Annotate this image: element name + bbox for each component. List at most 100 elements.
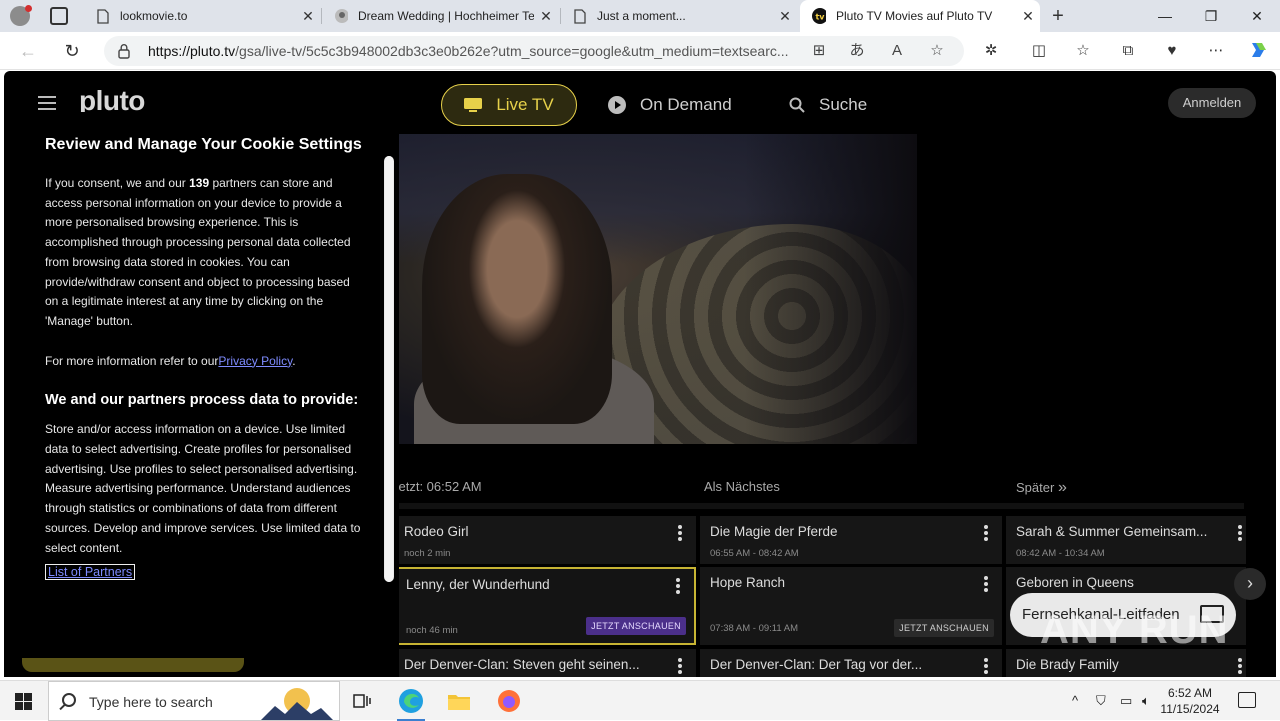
url-host: https://pluto.tv: [148, 43, 236, 59]
page-icon: [96, 8, 110, 24]
nav-on-demand-button[interactable]: On Demand: [608, 84, 732, 126]
split-screen-icon[interactable]: ◫: [1028, 40, 1050, 62]
program-title: Die Brady Family: [1016, 657, 1119, 672]
back-arrow-icon[interactable]: ←: [16, 39, 40, 63]
guide-program-cell[interactable]: Hope Ranch 07:38 AM - 09:11 AM JETZT ANS…: [700, 567, 1002, 645]
search-highlight-art-icon: [261, 688, 333, 720]
hamburger-menu-icon[interactable]: [38, 96, 56, 110]
clock-time: 6:52 AM: [1167, 686, 1213, 700]
video-frame-figure: [422, 174, 612, 424]
sign-in-button[interactable]: Anmelden: [1168, 88, 1256, 118]
profile-avatar-icon[interactable]: [10, 5, 32, 26]
address-bar[interactable]: https://pluto.tv/gsa/live-tv/5c5c3b94800…: [104, 36, 964, 66]
guide-program-cell-selected[interactable]: Lenny, der Wunderhund noch 46 min JETZT …: [394, 567, 696, 645]
collections-icon[interactable]: ⧉: [1117, 40, 1139, 62]
scrollbar-thumb[interactable]: [385, 156, 393, 582]
browser-tab-strip: lookmovie.to ✕ Dream Wedding | Hochheime…: [0, 0, 1280, 32]
show-hidden-icons-chevron[interactable]: ^: [1072, 693, 1078, 708]
copilot-icon[interactable]: [1247, 40, 1269, 62]
more-menu-icon[interactable]: ⋯: [1205, 40, 1227, 62]
close-tab-icon[interactable]: ✕: [296, 8, 320, 25]
anyrun-watermark: ANY RUN: [1040, 608, 1229, 652]
watch-now-button[interactable]: JETZT ANSCHAUEN: [586, 617, 686, 635]
nav-live-tv-button[interactable]: Live TV: [441, 84, 577, 126]
network-icon[interactable]: ▭: [1120, 693, 1132, 709]
translate-icon[interactable]: あ: [848, 42, 866, 60]
cookie-scrollbar[interactable]: [384, 156, 394, 582]
more-info-text: For more information refer to ourPrivacy…: [45, 353, 296, 368]
browser-tab-just-a-moment[interactable]: Just a moment... ✕: [561, 0, 797, 32]
browser-tab-lookmovie[interactable]: lookmovie.to ✕: [84, 0, 320, 32]
app-available-icon[interactable]: ⊞: [810, 42, 828, 60]
restore-window-button[interactable]: ❐: [1188, 0, 1234, 32]
more-options-icon[interactable]: [984, 576, 988, 592]
minimize-window-button[interactable]: —: [1142, 0, 1188, 32]
program-title: Hope Ranch: [710, 575, 786, 590]
lock-icon: [118, 44, 130, 59]
more-options-icon[interactable]: [984, 525, 988, 541]
search-icon: [62, 693, 76, 707]
tab-title: Just a moment...: [597, 9, 686, 23]
tab-title: lookmovie.to: [120, 9, 188, 23]
guide-later-label[interactable]: Später »: [1016, 479, 1067, 497]
close-window-button[interactable]: ✕: [1234, 0, 1280, 32]
browser-tab-dream-wedding[interactable]: Dream Wedding | Hochheimer Te ✕: [322, 0, 558, 32]
notification-center-icon[interactable]: [1238, 692, 1256, 708]
partner-count: 139: [189, 176, 210, 190]
guide-program-cell[interactable]: Die Brady Family: [1006, 649, 1246, 677]
favorites-icon[interactable]: ☆: [1072, 40, 1094, 62]
browser-essentials-icon[interactable]: ♥: [1161, 40, 1183, 62]
tv-icon: [464, 98, 483, 112]
windows-start-icon[interactable]: [15, 693, 32, 710]
guide-program-cell[interactable]: Sarah & Summer Gemeinsam... 08:42 AM - 1…: [1006, 516, 1246, 564]
program-title: Der Denver-Clan: Der Tag vor der...: [710, 657, 923, 672]
close-tab-icon[interactable]: ✕: [773, 8, 797, 25]
tab-title: Dream Wedding | Hochheimer Te: [358, 9, 534, 23]
more-options-icon[interactable]: [678, 525, 682, 541]
more-options-icon[interactable]: [678, 658, 682, 674]
privacy-policy-link[interactable]: Privacy Policy: [218, 354, 292, 368]
guide-scroll-edge: [394, 503, 1244, 509]
file-explorer-icon[interactable]: [435, 681, 483, 721]
taskbar-clock[interactable]: 6:52 AM 11/15/2024: [1158, 685, 1222, 717]
list-of-partners-link[interactable]: List of Partners: [45, 564, 136, 581]
nav-search-button[interactable]: Suche: [789, 84, 867, 126]
chevron-right-icon[interactable]: ›: [1234, 568, 1266, 600]
favorite-star-icon[interactable]: ☆: [928, 42, 946, 60]
program-title: Lenny, der Wunderhund: [406, 577, 550, 592]
guide-program-cell[interactable]: Der Denver-Clan: Steven geht seinen...: [394, 649, 696, 677]
guide-program-cell[interactable]: Rodeo Girl noch 2 min: [394, 516, 696, 564]
program-time: noch 2 min: [404, 548, 451, 559]
tab-actions-icon[interactable]: [50, 7, 68, 25]
cookie-title: Review and Manage Your Cookie Settings: [45, 136, 362, 153]
close-tab-icon[interactable]: ✕: [534, 8, 558, 25]
read-aloud-icon[interactable]: A: [888, 42, 906, 60]
taskbar-search-placeholder: Type here to search: [89, 694, 213, 710]
program-title: Der Denver-Clan: Steven geht seinen...: [404, 657, 640, 672]
task-view-icon[interactable]: [338, 681, 386, 721]
more-options-icon[interactable]: [1238, 658, 1242, 674]
guide-program-cell[interactable]: Die Magie der Pferde 06:55 AM - 08:42 AM: [700, 516, 1002, 564]
extensions-icon[interactable]: ✲: [980, 40, 1002, 62]
nav-search-label: Suche: [819, 95, 868, 114]
more-options-icon[interactable]: [1238, 525, 1242, 541]
reload-icon[interactable]: ↻: [60, 39, 84, 63]
firefox-icon[interactable]: [485, 681, 533, 721]
program-title: Sarah & Summer Gemeinsam...: [1016, 524, 1208, 539]
edge-browser-icon[interactable]: [387, 681, 435, 721]
browser-tab-pluto-tv[interactable]: tv Pluto TV Movies auf Pluto TV ✕: [800, 0, 1040, 32]
nav-on-demand-label: On Demand: [640, 95, 732, 114]
program-title: Geboren in Queens: [1016, 575, 1134, 590]
new-tab-button[interactable]: +: [1046, 4, 1070, 28]
watch-now-button[interactable]: JETZT ANSCHAUEN: [894, 619, 994, 637]
live-video-player[interactable]: [394, 134, 917, 444]
guide-program-cell[interactable]: Der Denver-Clan: Der Tag vor der...: [700, 649, 1002, 677]
security-icon[interactable]: ⛉: [1096, 693, 1106, 709]
volume-icon[interactable]: 🔈︎: [1142, 693, 1150, 709]
page-icon: [573, 8, 587, 24]
more-options-icon[interactable]: [676, 578, 680, 594]
more-options-icon[interactable]: [984, 658, 988, 674]
close-tab-icon[interactable]: ✕: [1016, 8, 1040, 25]
taskbar-search-box[interactable]: Type here to search: [48, 681, 340, 721]
pluto-tv-page: pluto Live TV On Demand Suche Anmelden J…: [4, 71, 1276, 677]
